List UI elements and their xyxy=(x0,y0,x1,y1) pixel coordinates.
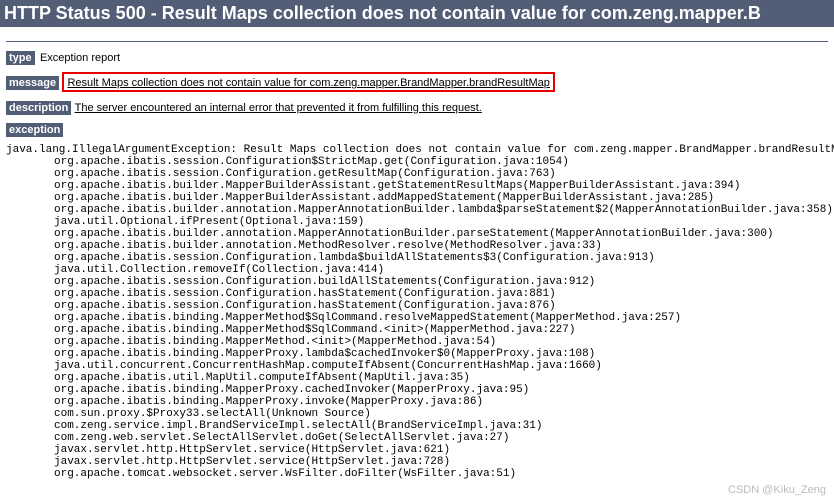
error-content: type Exception report message Result Map… xyxy=(0,27,834,486)
stack-line: com.sun.proxy.$Proxy33.selectAll(Unknown… xyxy=(6,408,828,420)
exception-row: exception xyxy=(6,122,828,136)
stack-line: org.apache.tomcat.websocket.server.WsFil… xyxy=(6,468,828,480)
stack-line: org.apache.ibatis.binding.MapperProxy.la… xyxy=(6,348,828,360)
stack-line: org.apache.ibatis.session.Configuration$… xyxy=(6,156,828,168)
stack-line: org.apache.ibatis.builder.annotation.Met… xyxy=(6,240,828,252)
stack-trace: java.lang.IllegalArgumentException: Resu… xyxy=(6,144,828,480)
watermark: CSDN @Kiku_Zeng xyxy=(728,484,826,496)
message-text: Result Maps collection does not contain … xyxy=(67,77,549,89)
status-header: HTTP Status 500 - Result Maps collection… xyxy=(0,0,834,27)
message-highlight-box: Result Maps collection does not contain … xyxy=(62,72,554,92)
stack-line: javax.servlet.http.HttpServlet.service(H… xyxy=(6,456,828,468)
stack-line: org.apache.ibatis.util.MapUtil.computeIf… xyxy=(6,372,828,384)
stack-line: org.apache.ibatis.session.Configuration.… xyxy=(6,300,828,312)
stack-line: org.apache.ibatis.binding.MapperMethod.<… xyxy=(6,336,828,348)
stack-line: org.apache.ibatis.session.Configuration.… xyxy=(6,276,828,288)
stack-lines-container: org.apache.ibatis.session.Configuration$… xyxy=(6,156,828,480)
stack-line: org.apache.ibatis.binding.MapperProxy.in… xyxy=(6,396,828,408)
message-row: message Result Maps collection does not … xyxy=(6,72,828,92)
stack-line: com.zeng.web.servlet.SelectAllServlet.do… xyxy=(6,432,828,444)
stack-line: org.apache.ibatis.binding.MapperMethod$S… xyxy=(6,312,828,324)
exception-label: exception xyxy=(6,123,63,137)
stack-line: java.util.Optional.ifPresent(Optional.ja… xyxy=(6,216,828,228)
stack-line: org.apache.ibatis.session.Configuration.… xyxy=(6,252,828,264)
description-label: description xyxy=(6,101,71,115)
stack-line: com.zeng.service.impl.BrandServiceImpl.s… xyxy=(6,420,828,432)
stack-line: org.apache.ibatis.builder.annotation.Map… xyxy=(6,228,828,240)
type-row: type Exception report xyxy=(6,50,828,64)
divider-top xyxy=(6,41,828,42)
stack-line: org.apache.ibatis.binding.MapperProxy.ca… xyxy=(6,384,828,396)
stack-line: org.apache.ibatis.builder.MapperBuilderA… xyxy=(6,192,828,204)
stack-line: org.apache.ibatis.binding.MapperMethod$S… xyxy=(6,324,828,336)
status-title: HTTP Status 500 - Result Maps collection… xyxy=(4,3,761,23)
description-row: description The server encountered an in… xyxy=(6,100,828,114)
type-text: Exception report xyxy=(40,52,120,64)
stack-line: org.apache.ibatis.builder.annotation.Map… xyxy=(6,204,828,216)
stack-line: javax.servlet.http.HttpServlet.service(H… xyxy=(6,444,828,456)
stack-line: org.apache.ibatis.session.Configuration.… xyxy=(6,288,828,300)
description-text: The server encountered an internal error… xyxy=(75,102,482,114)
exception-first-line: java.lang.IllegalArgumentException: Resu… xyxy=(6,144,828,156)
stack-line: org.apache.ibatis.builder.MapperBuilderA… xyxy=(6,180,828,192)
stack-line: org.apache.ibatis.session.Configuration.… xyxy=(6,168,828,180)
type-label: type xyxy=(6,51,35,65)
stack-line: java.util.Collection.removeIf(Collection… xyxy=(6,264,828,276)
message-label: message xyxy=(6,76,59,90)
stack-line: java.util.concurrent.ConcurrentHashMap.c… xyxy=(6,360,828,372)
